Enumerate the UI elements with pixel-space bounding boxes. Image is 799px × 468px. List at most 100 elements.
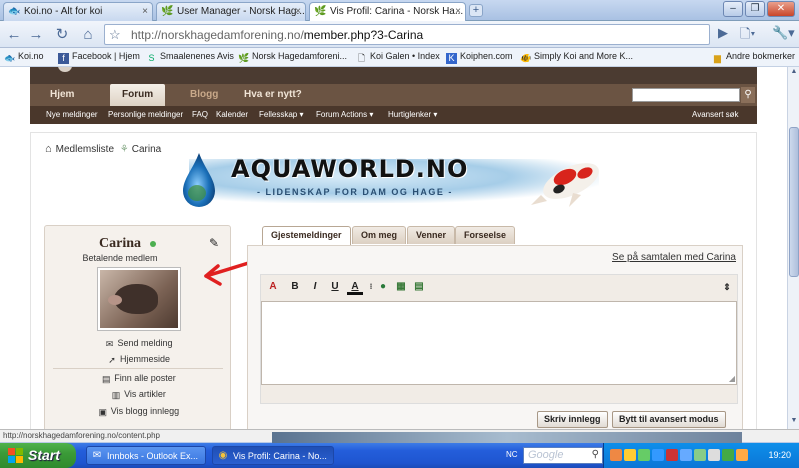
back-icon[interactable]: ← xyxy=(4,25,24,44)
close-window-icon[interactable]: ✕ xyxy=(767,1,795,17)
insert-image-icon[interactable]: ▦ xyxy=(393,279,409,295)
subnav-community[interactable]: Fellesskap ▾ xyxy=(259,110,303,119)
reload-icon[interactable]: ↻ xyxy=(52,25,72,44)
taskbar-item-outlook[interactable]: ✉ Innboks - Outlook Ex... xyxy=(86,446,206,465)
link-label: Hjemmeside xyxy=(119,354,170,364)
tray-icon[interactable] xyxy=(680,449,692,461)
bold-icon[interactable]: B xyxy=(287,279,303,295)
window-controls: – ❐ ✕ xyxy=(723,1,795,17)
home-icon[interactable]: ⌂ xyxy=(78,25,98,44)
tray-icon[interactable] xyxy=(624,449,636,461)
wrench-icon[interactable]: 🔧▾ xyxy=(772,25,795,41)
nav-tab-blog[interactable]: Blogg xyxy=(178,84,230,106)
send-message-link[interactable]: ✉ Send melding xyxy=(45,338,232,349)
bookmark-item[interactable]: 🗋 Koi Galen • Index xyxy=(356,51,440,64)
home-icon[interactable]: ⌂ xyxy=(45,143,52,155)
close-tab-icon[interactable]: × xyxy=(455,6,461,17)
bookmark-item[interactable]: K Koiphen.com xyxy=(446,51,513,64)
insert-link-icon[interactable]: ● xyxy=(375,279,391,295)
minimize-icon[interactable]: – xyxy=(723,1,743,17)
tray-icon[interactable] xyxy=(736,449,748,461)
link-label: Finn alle poster xyxy=(114,373,176,383)
homepage-link[interactable]: ➚ Hjemmeside xyxy=(45,354,232,365)
browser-tab-label: Koi.no - Alt for koi xyxy=(24,6,103,17)
post-message-button[interactable]: Skriv innlegg xyxy=(537,411,608,428)
bookmark-star-icon[interactable]: ☆ xyxy=(109,27,121,43)
address-url: http://norskhagedamforening.no/member.ph… xyxy=(131,28,423,42)
language-indicator[interactable]: NC xyxy=(506,450,518,459)
scroll-down-icon[interactable]: ▼ xyxy=(789,417,799,428)
scrollbar-thumb[interactable] xyxy=(789,127,799,277)
search-icon[interactable]: ⚲ xyxy=(592,449,599,460)
page-menu-icon[interactable]: 🗋▾ xyxy=(740,25,755,47)
nav-tab-whats-new[interactable]: Hva er nytt? xyxy=(232,84,314,106)
clock[interactable]: 19:20 xyxy=(768,450,791,460)
tab-about-me[interactable]: Om meg xyxy=(352,226,407,244)
start-button[interactable]: Start xyxy=(0,443,76,468)
koi-favicon-icon: 🐟 xyxy=(4,53,16,63)
tray-icon[interactable] xyxy=(708,449,720,461)
tab-friends[interactable]: Venner xyxy=(407,226,456,244)
bookmark-label: Norsk Hagedamforeni... xyxy=(252,51,348,61)
subnav-calendar[interactable]: Kalender xyxy=(216,110,248,119)
font-color-icon[interactable]: A xyxy=(347,279,363,295)
taskbar-search-input[interactable]: Google ⚲ xyxy=(523,447,603,464)
underline-icon[interactable]: U xyxy=(327,279,343,295)
message-textarea[interactable]: ◢ xyxy=(261,301,737,385)
tray-icon[interactable] xyxy=(722,449,734,461)
bookmark-item[interactable]: 🐟 Koi.no xyxy=(4,51,44,64)
windows-taskbar: Start ✉ Innboks - Outlook Ex... ◉ Vis Pr… xyxy=(0,443,799,468)
tray-icon[interactable] xyxy=(638,449,650,461)
breadcrumb-member-list[interactable]: Medlemsliste xyxy=(56,144,114,155)
insert-video-icon[interactable]: ▤ xyxy=(411,279,427,295)
visitor-messages-panel: Se på samtalen med Carina A B I U A ⁝ ● … xyxy=(247,245,743,429)
bookmark-item[interactable]: 🌿 Norsk Hagedamforeni... xyxy=(238,51,347,64)
tab-visitor-messages[interactable]: Gjestemeldinger xyxy=(262,226,351,245)
browser-tab-user-manager[interactable]: 🌿 User Manager - Norsk Hag... × xyxy=(156,2,306,21)
subnav-new-posts[interactable]: Nye meldinger xyxy=(46,110,98,119)
maximize-icon[interactable]: ❐ xyxy=(745,1,765,17)
bookmark-item[interactable]: S Smaalenenes Avis xyxy=(146,51,233,64)
bookmark-item[interactable]: f Facebook | Hjem xyxy=(58,51,140,64)
bookmark-label: Koi.no xyxy=(18,51,44,61)
italic-icon[interactable]: I xyxy=(307,279,323,295)
close-tab-icon[interactable]: × xyxy=(142,6,148,17)
profile-content: ⌂ Medlemsliste ⚘ Carina AQUAWORLD.NO - LID… xyxy=(30,132,757,429)
taskbar-item-browser[interactable]: ◉ Vis Profil: Carina - No... xyxy=(212,446,334,465)
subnav-advanced-search[interactable]: Avansert søk xyxy=(692,110,739,119)
other-bookmarks[interactable]: ▆ Andre bokmerker xyxy=(712,51,795,64)
search-icon[interactable]: ⚲ xyxy=(741,87,755,103)
resize-grip-icon[interactable]: ◢ xyxy=(729,374,735,383)
go-icon[interactable]: ▶ xyxy=(718,25,728,41)
nav-tab-home[interactable]: Hjem xyxy=(38,84,86,106)
tray-icon[interactable] xyxy=(694,449,706,461)
view-conversation-link[interactable]: Se på samtalen med Carina xyxy=(612,252,736,263)
new-tab-button[interactable]: + xyxy=(469,4,483,17)
advanced-mode-button[interactable]: Bytt til avansert modus xyxy=(612,411,726,428)
view-articles-link[interactable]: ▥ Vis artikler xyxy=(45,389,232,400)
subnav-forum-actions[interactable]: Forum Actions ▾ xyxy=(316,110,373,119)
browser-tab-koi[interactable]: 🐟 Koi.no - Alt for koi × xyxy=(3,2,153,21)
subnav-private-messages[interactable]: Personlige meldinger xyxy=(108,110,183,119)
bookmark-item[interactable]: 🐠 Simply Koi and More K... xyxy=(520,51,633,64)
close-tab-icon[interactable]: × xyxy=(295,6,301,17)
site-search-input[interactable] xyxy=(632,88,740,102)
nav-tab-forum[interactable]: Forum xyxy=(110,84,166,106)
browser-tab-profile[interactable]: 🌿 Vis Profil: Carina - Norsk Ha... × xyxy=(309,2,466,22)
view-blog-link[interactable]: ▣ Vis blogg innlegg xyxy=(45,406,232,417)
tab-infractions[interactable]: Forseelse xyxy=(455,226,516,244)
tray-icon[interactable] xyxy=(666,449,678,461)
profile-name: Carina xyxy=(99,236,141,251)
tray-icon[interactable] xyxy=(610,449,622,461)
subnav-faq[interactable]: FAQ xyxy=(192,110,208,119)
subnav-quick-links[interactable]: Hurtiglenker ▾ xyxy=(388,110,437,119)
remove-format-icon[interactable]: A xyxy=(265,279,281,295)
scroll-up-icon[interactable]: ▲ xyxy=(789,68,799,79)
forward-icon[interactable]: → xyxy=(26,25,46,44)
address-bar[interactable]: ☆ http://norskhagedamforening.no/member.… xyxy=(104,24,710,45)
find-posts-link[interactable]: ▤ Finn alle poster xyxy=(45,373,232,384)
bookmark-label: Simply Koi and More K... xyxy=(534,51,634,61)
tray-icon[interactable] xyxy=(652,449,664,461)
resize-editor-icon[interactable]: ⇕ xyxy=(719,279,735,295)
page-scrollbar[interactable]: ▲ ▼ xyxy=(787,67,799,429)
